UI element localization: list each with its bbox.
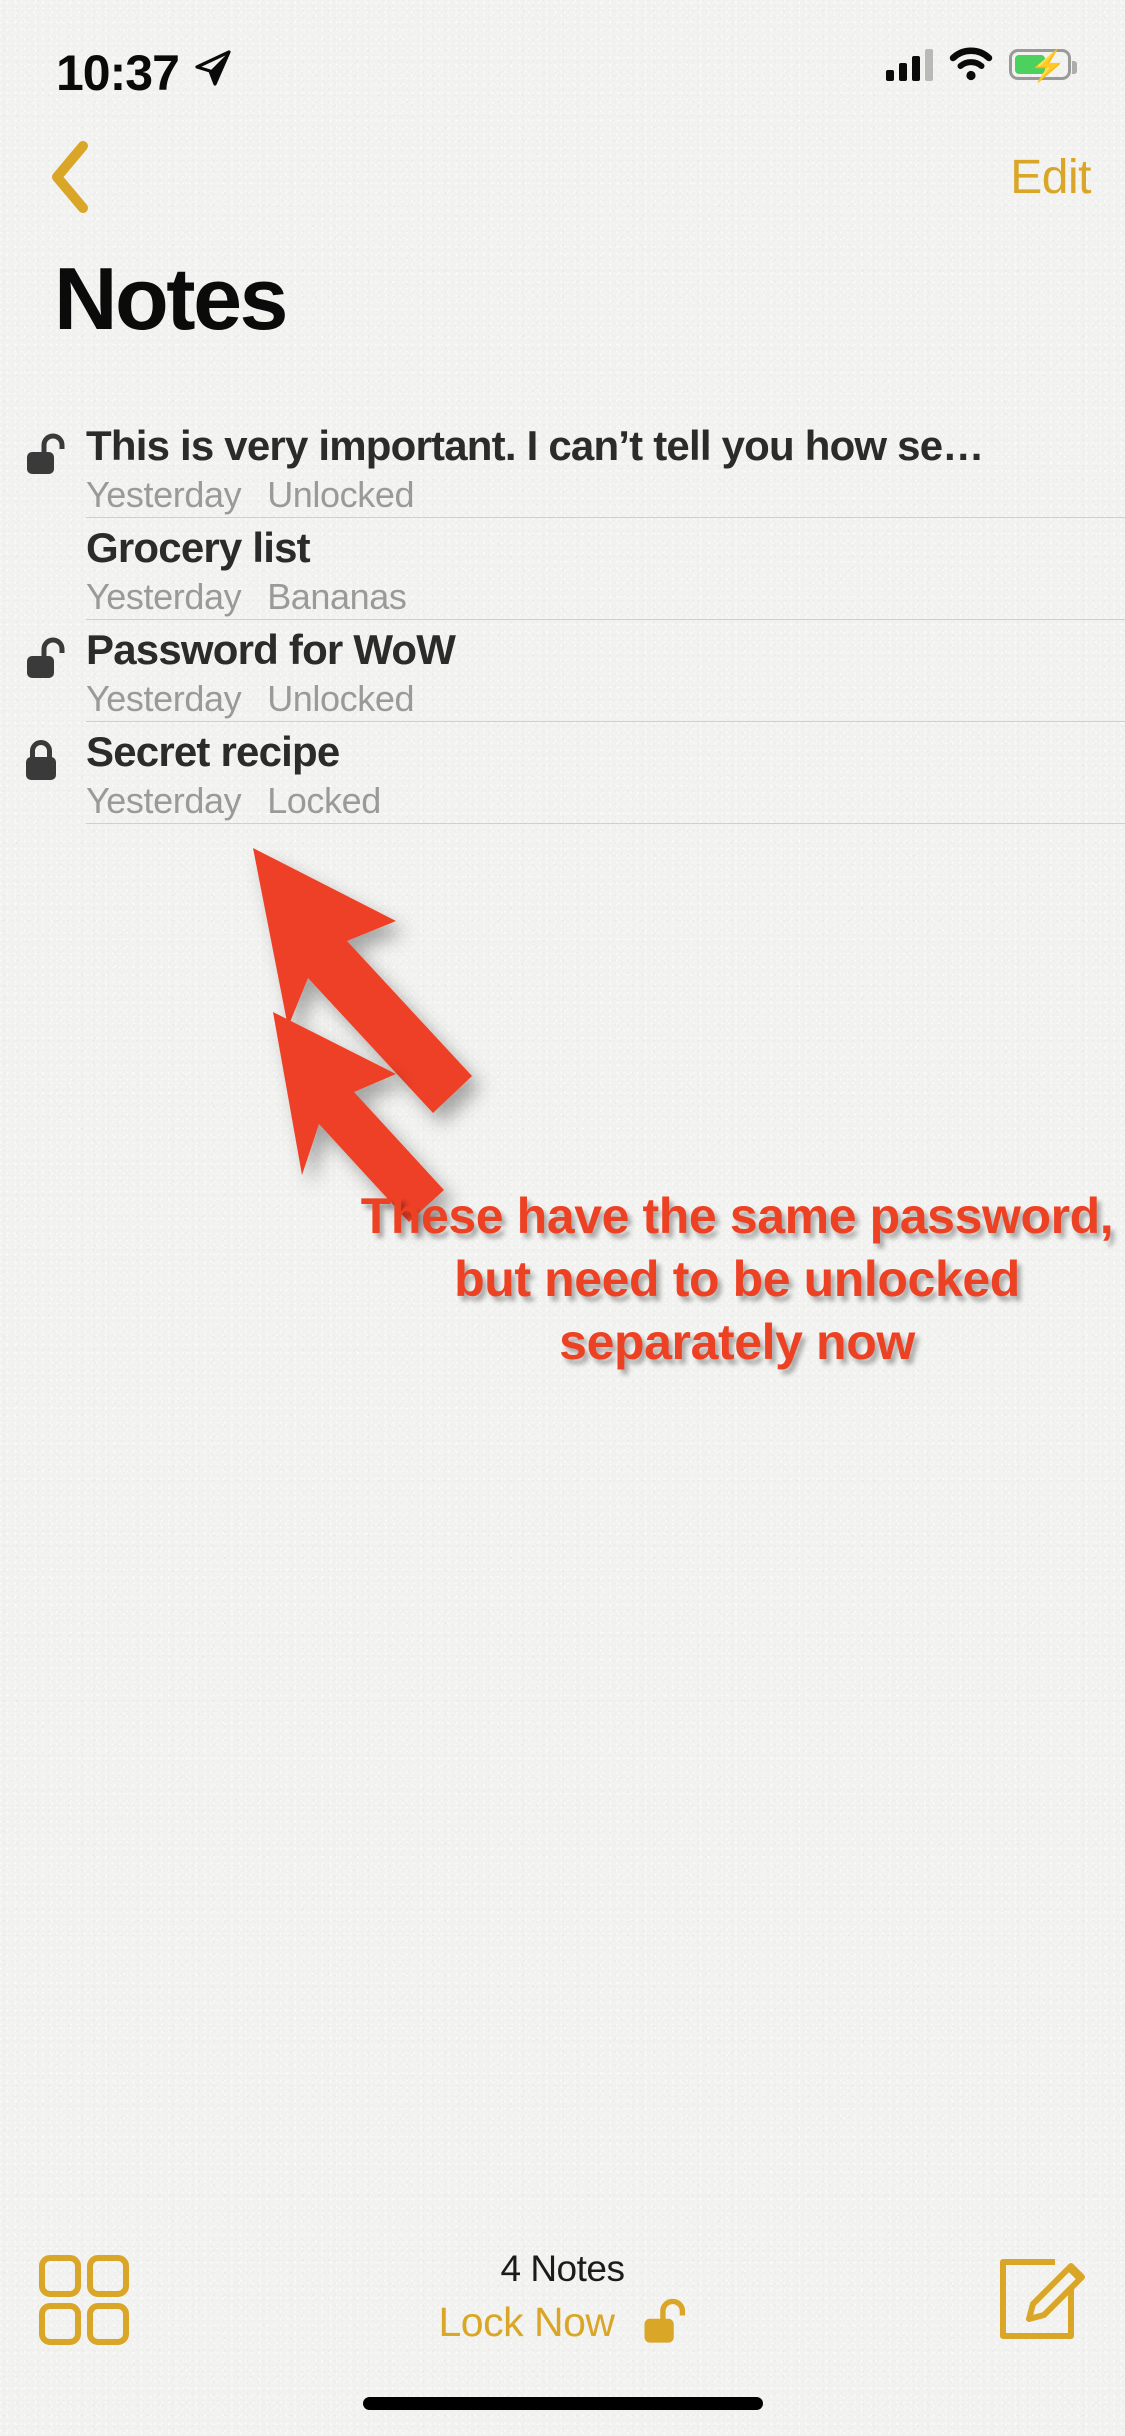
home-indicator-bar[interactable] — [362, 2397, 763, 2410]
note-list-item[interactable]: This is very important. I can’t tell you… — [0, 415, 1125, 517]
notes-count-label: 4 Notes — [500, 2248, 625, 2289]
status-bar: 10:37 ⚡ — [0, 0, 1125, 132]
note-item-snippet: Unlocked — [267, 474, 415, 516]
bottom-toolbar: 4 Notes Lock Now — [0, 2220, 1125, 2436]
notes-list: This is very important. I can’t tell you… — [0, 415, 1125, 827]
row-separator — [86, 823, 1125, 824]
unlocked-padlock-icon — [27, 433, 65, 474]
battery-charging-icon: ⚡ — [1009, 48, 1077, 83]
status-bar-indicators: ⚡ — [886, 47, 1077, 83]
lock-now-label: Lock Now — [438, 2298, 615, 2345]
page-title: Notes — [54, 249, 289, 348]
annotation-arrows — [253, 848, 472, 1222]
lock-now-button[interactable]: Lock Now — [438, 2296, 686, 2348]
note-item-text: Password for WoW Yesterday Unlocked — [86, 624, 1115, 720]
note-item-meta: Yesterday Unlocked — [86, 677, 1115, 720]
note-list-item[interactable]: Grocery list Yesterday Bananas — [0, 517, 1125, 619]
status-bar-time: 10:37 — [56, 45, 180, 101]
compose-note-icon[interactable] — [993, 2248, 1089, 2346]
note-list-item[interactable]: Password for WoW Yesterday Unlocked — [0, 619, 1125, 721]
location-arrow-icon — [195, 50, 231, 86]
note-item-title: This is very important. I can’t tell you… — [86, 422, 984, 469]
locked-padlock-icon — [26, 740, 56, 780]
chevron-left-icon — [52, 141, 88, 213]
note-item-meta: Yesterday Locked — [86, 779, 1115, 822]
note-item-title: Grocery list — [86, 524, 311, 571]
note-item-meta: Yesterday Unlocked — [86, 473, 1115, 516]
toolbar-center: 4 Notes Lock Now — [0, 2248, 1125, 2348]
note-item-date: Yesterday — [86, 474, 242, 516]
note-item-title: Password for WoW — [86, 626, 456, 673]
note-item-text: Secret recipe Yesterday Locked — [86, 726, 1115, 822]
note-list-bottom-separator — [0, 823, 1125, 827]
annotation-text: These have the same password, but need t… — [360, 1188, 1114, 1370]
note-item-date: Yesterday — [86, 576, 242, 618]
note-list-item[interactable]: Secret recipe Yesterday Locked — [0, 721, 1125, 823]
row-separator — [86, 721, 1125, 722]
navigation-bar: Edit — [0, 132, 1125, 222]
row-separator — [86, 517, 1125, 518]
note-item-date: Yesterday — [86, 780, 242, 822]
note-item-snippet: Bananas — [267, 576, 407, 618]
back-button[interactable] — [22, 132, 118, 222]
note-item-text: Grocery list Yesterday Bananas — [86, 522, 1115, 618]
arrow-long-icon — [253, 848, 472, 1113]
annotation-overlay: These have the same password, but need t… — [0, 0, 1125, 2436]
row-separator — [86, 619, 1125, 620]
note-item-text: This is very important. I can’t tell you… — [86, 420, 1115, 516]
note-item-meta: Yesterday Bananas — [86, 575, 1115, 618]
wifi-icon — [949, 47, 993, 81]
cellular-signal-icon — [886, 47, 933, 81]
note-item-title: Secret recipe — [86, 728, 340, 775]
arrow-short-icon — [273, 1012, 444, 1222]
note-item-snippet: Unlocked — [267, 678, 415, 720]
note-item-date: Yesterday — [86, 678, 242, 720]
edit-button[interactable]: Edit — [1010, 132, 1091, 222]
note-item-snippet: Locked — [267, 780, 381, 822]
unlocked-padlock-icon — [27, 637, 65, 678]
unlocked-padlock-icon — [644, 2298, 685, 2343]
